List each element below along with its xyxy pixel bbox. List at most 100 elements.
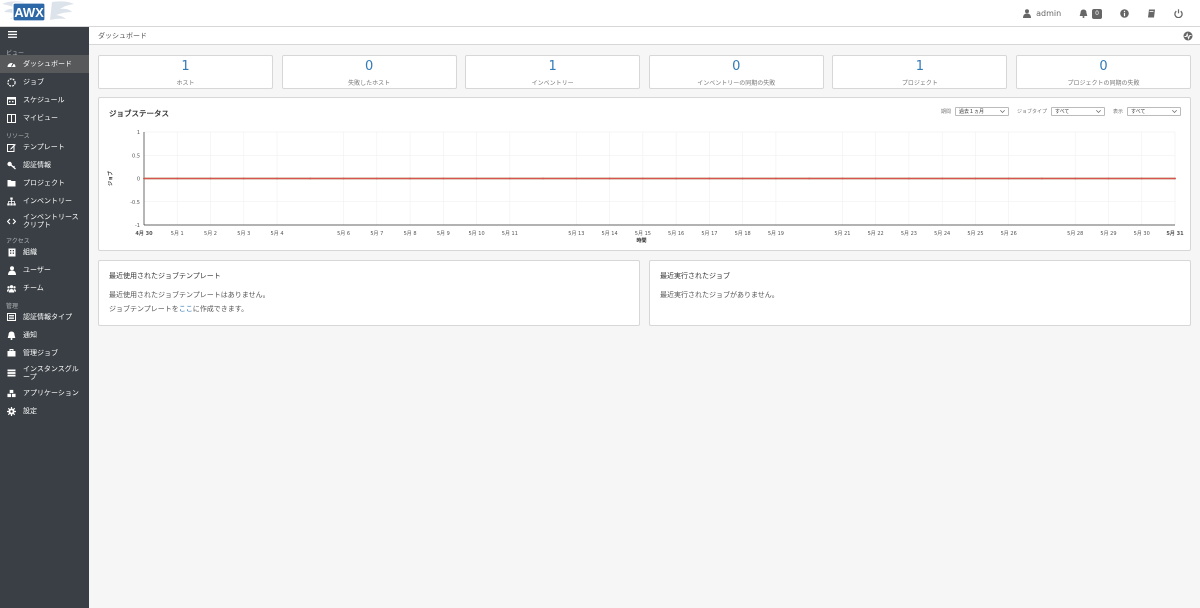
x-tick-label: 5月 15 — [635, 231, 651, 237]
series-point — [675, 177, 678, 180]
sidebar-item-label: チーム — [23, 284, 44, 292]
sidebar-item-label: マイビュー — [23, 114, 58, 122]
series-point — [775, 177, 777, 180]
count-value: 1 — [181, 59, 190, 74]
sidebar-item-dashboard[interactable]: ダッシュボード — [0, 55, 89, 73]
count-card-inventory-sync-failures[interactable]: 0 インベントリーの同期の失敗 — [648, 55, 824, 89]
sidebar-item-instance-groups[interactable]: インスタンスグループ — [0, 362, 89, 384]
columns-icon — [7, 113, 16, 123]
sidebar: ビュー ダッシュボード ジョブ スケジュール マイビュー リソース テンプレート… — [0, 27, 89, 608]
recent-templates-panel: 最近使用されたジョブテンプレート 最近使用されたジョブテンプレートはありません。… — [98, 260, 640, 326]
sidebar-item-credentials[interactable]: 認証情報 — [0, 156, 89, 174]
display-select[interactable]: すべて — [1127, 107, 1181, 116]
about-button[interactable] — [1111, 0, 1138, 27]
sidebar-item-label: ジョブ — [23, 78, 44, 86]
x-tick-label: 5月 4 — [271, 231, 284, 237]
series-point — [209, 177, 212, 180]
sidebar-item-applications[interactable]: アプリケーション — [0, 384, 89, 402]
sidebar-item-inventories[interactable]: インベントリー — [0, 192, 89, 210]
series-point — [1174, 177, 1176, 180]
y-tick-label: 0 — [137, 177, 140, 183]
series-point — [941, 177, 944, 180]
bell-icon — [1079, 9, 1088, 18]
x-tick-label: 4月 30 — [135, 230, 153, 237]
folder-icon — [7, 179, 16, 188]
x-tick-label: 5月 28 — [1067, 231, 1083, 237]
create-template-link[interactable]: ここ — [179, 305, 193, 313]
count-card-project-sync-failures[interactable]: 0 プロジェクトの同期の失敗 — [1015, 55, 1191, 89]
y-tick-label: 0.5 — [132, 153, 140, 159]
job-type-select[interactable]: すべて — [1050, 107, 1105, 116]
y-axis-title: ジョブ — [107, 171, 114, 186]
x-tick-label: 5月 7 — [370, 231, 383, 237]
sidebar-item-users[interactable]: ユーザー — [0, 261, 89, 279]
chart-series — [143, 177, 1176, 180]
count-card-failed-hosts[interactable]: 0 失敗したホスト — [281, 55, 457, 89]
series-point — [1007, 177, 1010, 180]
sidebar-item-inventory-scripts[interactable]: インベントリースクリプト — [0, 210, 89, 232]
count-value: 0 — [364, 59, 374, 74]
documentation-button[interactable] — [1138, 0, 1165, 27]
period-select[interactable]: 過去１ヵ月 — [954, 107, 1009, 116]
sidebar-item-notifications[interactable]: 通知 — [0, 326, 89, 344]
count-card-hosts[interactable]: 1 ホスト — [98, 55, 273, 89]
series-point — [475, 177, 478, 180]
x-tick-label: 5月 11 — [502, 231, 518, 237]
sidebar-item-schedules[interactable]: スケジュール — [0, 91, 89, 109]
sidebar-item-templates[interactable]: テンプレート — [0, 138, 89, 156]
x-tick-label: 5月 2 — [204, 231, 217, 237]
sidebar-item-organizations[interactable]: 組織 — [0, 243, 89, 261]
sidebar-item-label: テンプレート — [23, 143, 65, 151]
sidebar-toggle[interactable] — [0, 27, 89, 44]
activity-stream-icon[interactable] — [1183, 31, 1193, 44]
sidebar-item-label: インベントリー — [23, 197, 72, 205]
x-tick-label: 5月 8 — [404, 231, 417, 237]
count-value: 1 — [915, 59, 925, 74]
series-point — [542, 177, 544, 180]
series-point — [1041, 177, 1043, 180]
count-label: プロジェクト — [901, 80, 938, 87]
job-status-panel: ジョブステータス 期間 過去１ヵ月 ジョブタイプ すべて 表示 すべて 1 0.… — [98, 97, 1191, 251]
job-status-filters: 期間 過去１ヵ月 ジョブタイプ すべて 表示 すべて — [941, 107, 1181, 116]
recent-templates-title: 最近使用されたジョブテンプレート — [109, 272, 221, 280]
awx-logo[interactable]: AWX — [0, 0, 76, 27]
y-tick-label: -0.5 — [130, 200, 140, 206]
sidebar-item-jobs[interactable]: ジョブ — [0, 73, 89, 91]
sidebar-item-settings[interactable]: 設定 — [0, 402, 89, 420]
section-title-resources: リソース — [6, 133, 30, 140]
breadcrumb: ダッシュボード — [98, 32, 147, 40]
sidebar-item-teams[interactable]: チーム — [0, 279, 89, 297]
filter-label: 表示 — [1112, 109, 1123, 115]
series-point — [442, 177, 445, 180]
sidebar-item-label: スケジュール — [23, 96, 65, 104]
logout-button[interactable] — [1165, 0, 1192, 27]
bell-icon — [7, 331, 16, 340]
x-tick-label: 5月 17 — [701, 231, 717, 237]
building-icon — [7, 248, 16, 257]
sidebar-item-credential-types[interactable]: 認証情報タイプ — [0, 308, 89, 326]
series-point — [176, 177, 179, 180]
count-label: インベントリー — [531, 80, 574, 87]
series-point — [309, 177, 312, 180]
key-icon — [7, 161, 16, 170]
main-content: ダッシュボード 1 ホスト 0 失敗したホスト 1 インベントリー 0 インベン… — [89, 27, 1200, 608]
count-card-inventories[interactable]: 1 インベントリー — [465, 55, 641, 89]
series-point — [841, 177, 844, 180]
user-menu[interactable]: admin — [1014, 0, 1070, 27]
sidebar-item-label: 設定 — [23, 407, 37, 415]
logo-text: AWX — [14, 5, 44, 20]
sidebar-item-management-jobs[interactable]: 管理ジョブ — [0, 344, 89, 362]
count-label: ホスト — [176, 80, 195, 87]
username-label: admin — [1036, 9, 1062, 18]
sidebar-item-label: 管理ジョブ — [23, 349, 58, 357]
calendar-icon — [7, 96, 16, 105]
x-tick-label: 5月 3 — [237, 231, 250, 237]
notifications-button[interactable]: 0 — [1070, 0, 1111, 27]
section-title-views: ビュー — [6, 50, 25, 57]
create-template-prefix: ジョブテンプレートを — [109, 305, 179, 313]
gear-icon — [7, 406, 16, 416]
sidebar-item-label: 認証情報タイプ — [23, 313, 72, 321]
count-card-projects[interactable]: 1 プロジェクト — [832, 55, 1008, 89]
sidebar-item-projects[interactable]: プロジェクト — [0, 174, 89, 192]
sidebar-item-my-view[interactable]: マイビュー — [0, 109, 89, 127]
